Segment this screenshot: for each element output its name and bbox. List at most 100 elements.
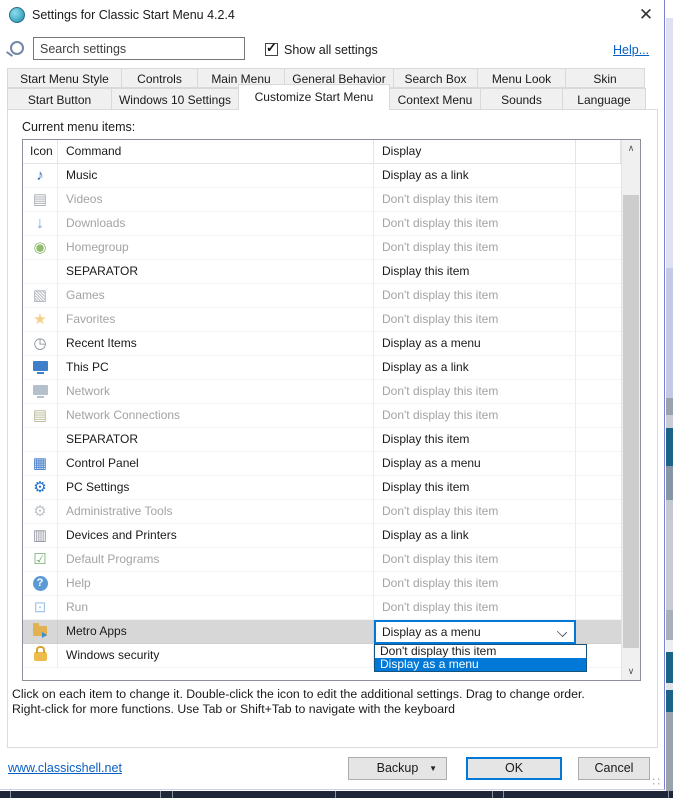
window-title: Settings for Classic Start Menu 4.2.4 [32,8,235,22]
show-all-settings-checkbox[interactable]: ✓ [265,40,278,56]
table-row-games[interactable]: ▧ Games Don't display this item [23,284,640,308]
display-cell: Display as a link [374,356,576,380]
background-window-segment [666,0,673,18]
column-header-command: Command [58,140,374,164]
windows-security-lock-icon [33,646,47,662]
tab-language[interactable]: Language [562,88,646,110]
classicshell-website-link[interactable]: www.classicshell.net [8,761,122,775]
background-window-segment [666,683,673,690]
table-row-separator[interactable]: SEPARATOR Display this item [23,428,640,452]
table-row-recent-items[interactable]: ◷ Recent Items Display as a menu [23,332,640,356]
table-row-default-programs[interactable]: ☑ Default Programs Don't display this item [23,548,640,572]
tab-customize-start-menu[interactable]: Customize Start Menu [238,84,390,110]
extra-cell [576,236,621,260]
display-cell: Display this item [374,260,576,284]
cancel-button[interactable]: Cancel [578,757,650,780]
background-window-segment [666,610,673,640]
table-row-pc-settings[interactable]: ⚙ PC Settings Display this item [23,476,640,500]
extra-cell [576,476,621,500]
table-row-control-panel[interactable]: ▦ Control Panel Display as a menu [23,452,640,476]
background-window-tick [668,791,669,798]
dropdown-option-display-as-a-menu[interactable]: Display as a menu [375,658,586,671]
table-row-favorites[interactable]: ★ Favorites Don't display this item [23,308,640,332]
default-programs-icon: ☑ [33,551,47,568]
display-cell: Don't display this item [374,380,576,404]
background-window-segment [666,398,673,415]
background-window-tick [10,791,11,798]
command-cell: Run [58,596,374,620]
dropdown-arrow-icon: ▼ [429,764,437,773]
command-cell: Games [58,284,374,308]
tab-context-menu[interactable]: Context Menu [389,88,481,110]
command-cell: Devices and Printers [58,524,374,548]
background-window-bottom-strip [0,791,673,798]
combobox-value: Display as a menu [382,625,481,639]
table-row-help[interactable]: ? Help Don't display this item [23,572,640,596]
tab-search-box[interactable]: Search Box [393,68,478,88]
tab-controls[interactable]: Controls [121,68,198,88]
close-icon[interactable]: ✕ [634,3,658,27]
table-row-music[interactable]: ♪ Music Display as a link [23,164,640,188]
settings-dialog: Settings for Classic Start Menu 4.2.4 ✕ … [0,0,665,790]
table-row-network-connections[interactable]: ▤ Network Connections Don't display this i… [23,404,640,428]
tab-menu-look[interactable]: Menu Look [477,68,566,88]
backup-button[interactable]: Backup ▼ [348,757,447,780]
scroll-up-icon[interactable]: ∧ [622,140,640,157]
tab-skin[interactable]: Skin [565,68,645,88]
show-all-settings-label: Show all settings [284,43,378,57]
background-window-segment [666,500,673,520]
scrollbar-thumb[interactable] [623,195,639,648]
help-link[interactable]: Help... [613,43,649,57]
background-window-segment [666,466,673,500]
command-cell: Metro Apps [58,620,374,644]
extra-cell [576,404,621,428]
command-cell: This PC [58,356,374,380]
display-cell: Don't display this item [374,596,576,620]
checkmark-icon: ✓ [266,40,277,55]
scroll-down-icon[interactable]: ∨ [622,663,640,680]
display-cell: Don't display this item [374,308,576,332]
search-input[interactable] [33,37,245,60]
display-mode-combobox[interactable]: Display as a menu [374,620,576,644]
chevron-down-icon [556,626,568,638]
extra-cell [576,284,621,308]
command-cell: Help [58,572,374,596]
command-cell: Videos [58,188,374,212]
table-row-downloads[interactable]: ↓ Downloads Don't display this item [23,212,640,236]
table-scrollbar[interactable]: ∧ ∨ [621,140,640,680]
table-row-devices-and-printers[interactable]: ▥ Devices and Printers Display as a link [23,524,640,548]
ok-button[interactable]: OK [466,757,562,780]
command-cell: Default Programs [58,548,374,572]
column-header-icon: Icon [23,140,58,164]
classic-shell-logo-icon [9,7,25,23]
display-cell: Display as a menu [374,332,576,356]
instructions-line-1: Click on each item to change it. Double-… [12,687,585,701]
tab-start-button[interactable]: Start Button [7,88,112,110]
dropdown-option-don-t-display-this-item[interactable]: Don't display this item [375,645,586,658]
table-row-run[interactable]: ⊡ Run Don't display this item [23,596,640,620]
table-row-homegroup[interactable]: ◉ Homegroup Don't display this item [23,236,640,260]
display-cell: Display as a link [374,164,576,188]
run-icon: ⊡ [33,599,47,616]
menu-items-table: Icon Command Display ♪ Music Display as a li… [22,139,641,681]
table-row-network[interactable]: Network Don't display this item [23,380,640,404]
network-icon [32,384,48,398]
resize-grip[interactable]: ∷ [652,775,660,789]
display-cell: Display as a menu [374,452,576,476]
command-cell: Downloads [58,212,374,236]
tab-sounds[interactable]: Sounds [480,88,563,110]
display-cell: Display this item [374,476,576,500]
table-row-administrative-tools[interactable]: ⚙ Administrative Tools Don't display this … [23,500,640,524]
devices-printers-icon: ▥ [32,527,48,544]
tab-start-menu-style[interactable]: Start Menu Style [7,68,122,88]
table-row-videos[interactable]: ▤ Videos Don't display this item [23,188,640,212]
command-cell: Music [58,164,374,188]
table-row-this-pc[interactable]: This PC Display as a link [23,356,640,380]
table-row-separator[interactable]: SEPARATOR Display this item [23,260,640,284]
extra-cell [576,572,621,596]
administrative-tools-icon: ⚙ [33,503,47,520]
command-cell: Network [58,380,374,404]
recent-items-clock-icon: ◷ [33,335,47,352]
network-connections-icon: ▤ [32,407,48,424]
tab-windows-10-settings[interactable]: Windows 10 Settings [111,88,239,110]
